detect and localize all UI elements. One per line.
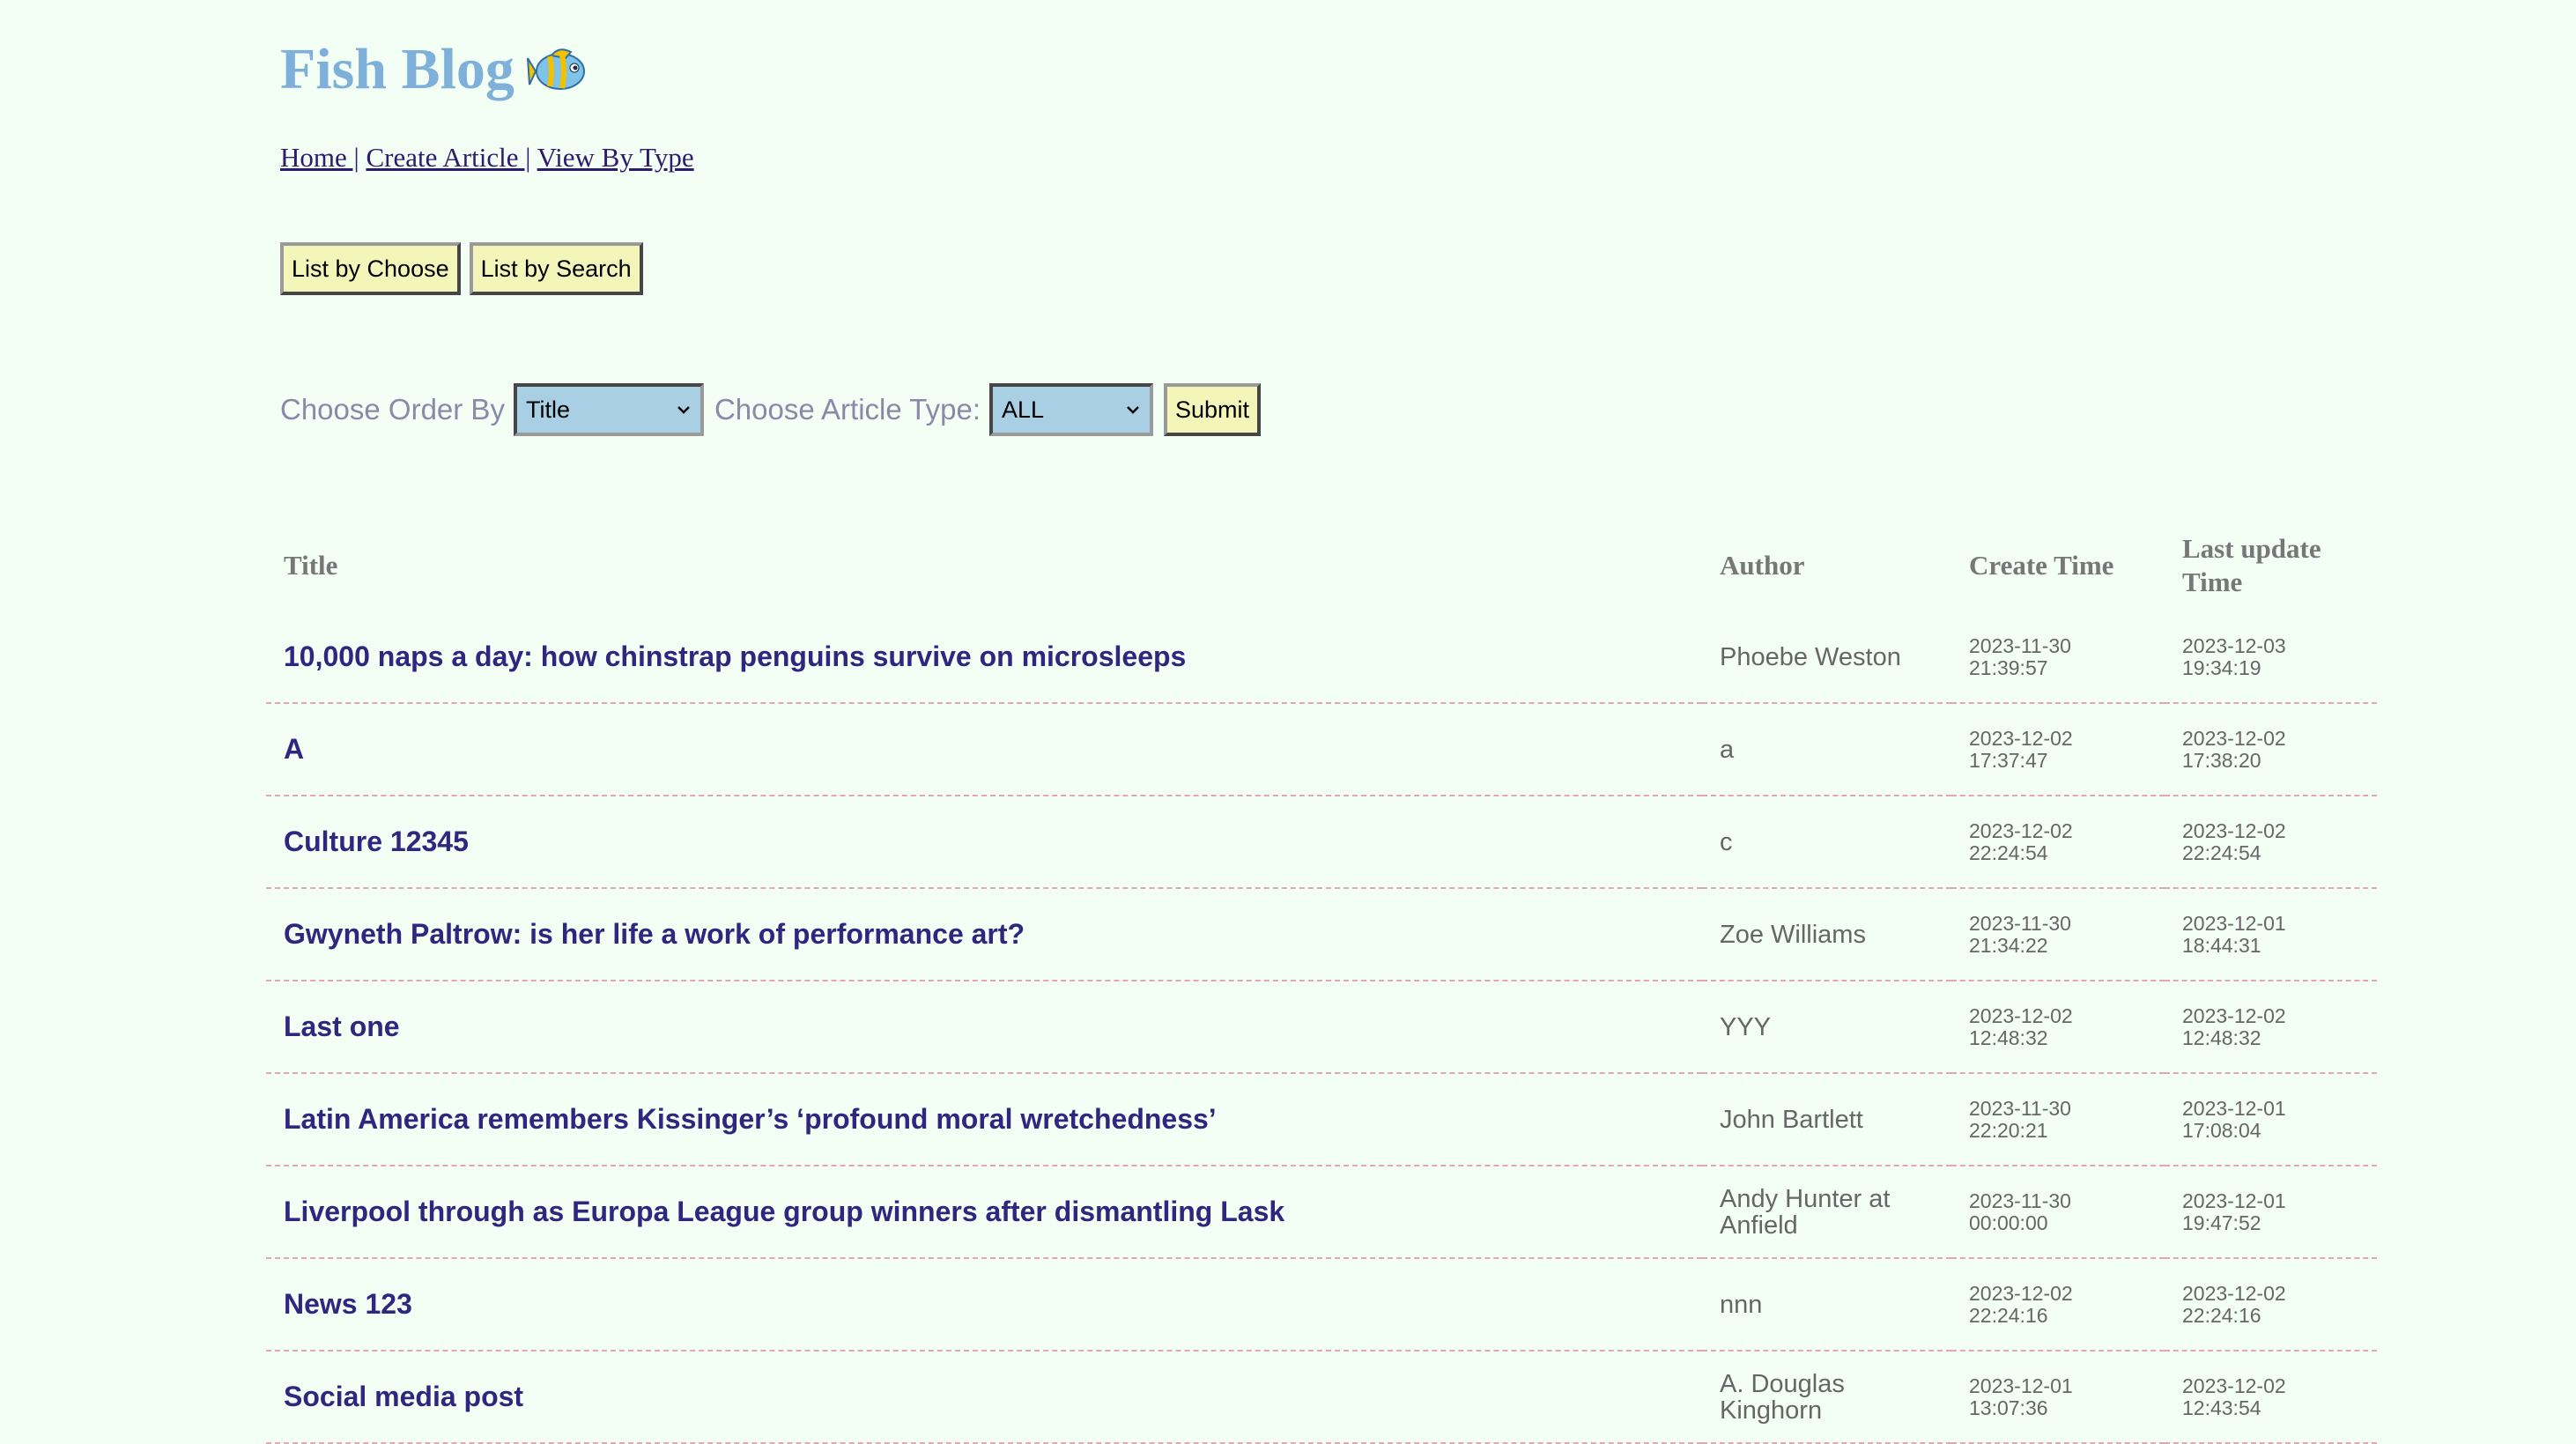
nav-home-link[interactable]: Home | [280, 142, 359, 173]
header-author: Author [1720, 550, 1805, 581]
article-title-link[interactable]: Liverpool through as Europa League group… [284, 1196, 1284, 1227]
update-clock: 12:48:32 [2182, 1026, 2261, 1049]
create-date: 2023-12-02 [1969, 1003, 2073, 1027]
fish-icon [526, 41, 588, 95]
nav-create-article-link[interactable]: Create Article | [366, 142, 530, 173]
table-row: A a 2023-12-02 17:37:47 2023-12-02 17:38:2… [266, 703, 2377, 796]
create-clock: 22:24:54 [1969, 840, 2048, 864]
update-clock: 17:38:20 [2182, 748, 2261, 772]
create-date: 2023-12-02 [1969, 818, 2073, 842]
article-author-cont: Anfield [1720, 1211, 1798, 1240]
list-by-choose-button[interactable]: List by Choose [280, 242, 461, 295]
header-last-update-line1: Last update [2182, 533, 2321, 564]
header-last-update-time: Last update Time [2165, 520, 2377, 611]
article-author: nnn [1720, 1290, 1763, 1319]
article-author-cont: Kinghorn [1720, 1396, 1823, 1425]
article-title-link[interactable]: Gwyneth Paltrow: is her life a work of p… [284, 918, 1025, 950]
create-date: 2023-11-30 [1969, 1189, 2071, 1212]
create-date: 2023-12-02 [1969, 1281, 2073, 1305]
article-author: Andy Hunter at [1720, 1184, 1891, 1213]
update-clock: 17:08:04 [2182, 1118, 2261, 1142]
update-date: 2023-12-02 [2182, 726, 2286, 750]
article-type-value: ALL [1002, 396, 1045, 423]
article-title-link[interactable]: Latin America remembers Kissinger’s ‘pro… [284, 1103, 1217, 1135]
table-row: Liverpool through as Europa League group… [266, 1166, 2377, 1259]
article-author: Phoebe Weston [1720, 642, 1901, 671]
create-clock: 13:07:36 [1969, 1396, 2048, 1419]
update-date: 2023-12-02 [2182, 1374, 2286, 1397]
articles-table-wrapper: Title Author Create Time Last update Time… [266, 520, 2377, 1444]
table-row: News 123 nnn 2023-12-02 22:24:16 2023-12-… [266, 1258, 2377, 1351]
article-title-link[interactable]: 10,000 naps a day: how chinstrap penguin… [284, 641, 1186, 672]
nav-view-by-type-link[interactable]: View By Type [537, 142, 694, 173]
table-row: Social media post A. Douglas Kinghorn 202… [266, 1351, 2377, 1444]
article-author: Zoe Williams [1720, 920, 1866, 949]
order-by-value: Title [525, 396, 570, 423]
create-clock: 12:48:32 [1969, 1026, 2048, 1049]
header-title: Title [284, 550, 338, 581]
header-create-time: Create Time [1969, 550, 2114, 581]
table-row: Gwyneth Paltrow: is her life a work of p… [266, 888, 2377, 981]
create-clock: 21:34:22 [1969, 933, 2048, 957]
update-date: 2023-12-02 [2182, 1281, 2286, 1305]
create-date: 2023-12-02 [1969, 726, 2073, 750]
create-clock: 00:00:00 [1969, 1211, 2048, 1234]
update-date: 2023-12-03 [2182, 633, 2286, 657]
article-title-link[interactable]: Culture 12345 [284, 826, 469, 857]
chevron-down-icon [677, 406, 690, 414]
article-title-link[interactable]: Last one [284, 1011, 400, 1042]
article-title-link[interactable]: Social media post [284, 1381, 523, 1412]
update-clock: 19:47:52 [2182, 1211, 2261, 1234]
article-type-select[interactable]: ALL [989, 383, 1154, 436]
articles-table: Title Author Create Time Last update Time… [266, 520, 2377, 1444]
article-title-link[interactable]: News 123 [284, 1288, 412, 1320]
article-author: A. Douglas [1720, 1369, 1845, 1398]
table-row: Latin America remembers Kissinger’s ‘pro… [266, 1073, 2377, 1166]
update-clock: 18:44:31 [2182, 933, 2261, 957]
article-title-link[interactable]: A [284, 733, 304, 765]
site-title: Fish Blog [280, 37, 514, 101]
chevron-down-icon [1127, 406, 1139, 414]
filter-form: Choose Order By Title Choose Article Typ… [280, 383, 1262, 436]
submit-button[interactable]: Submit [1164, 383, 1262, 436]
table-row: Culture 12345 c 2023-12-02 22:24:54 2023-… [266, 796, 2377, 889]
update-clock: 22:24:16 [2182, 1303, 2261, 1327]
update-clock: 19:34:19 [2182, 655, 2261, 679]
order-by-select[interactable]: Title [513, 383, 704, 436]
create-clock: 22:20:21 [1969, 1118, 2048, 1142]
create-clock: 21:39:57 [1969, 655, 2048, 679]
create-date: 2023-12-01 [1969, 1374, 2073, 1397]
update-date: 2023-12-01 [2182, 911, 2286, 935]
order-by-label: Choose Order By [280, 393, 505, 426]
update-clock: 12:43:54 [2182, 1396, 2261, 1419]
update-date: 2023-12-01 [2182, 1189, 2286, 1212]
main-nav: Home | Create Article | View By Type [280, 139, 694, 176]
list-mode-buttons: List by Choose List by Search [280, 242, 643, 295]
article-author: YYY [1720, 1012, 1772, 1041]
article-type-label: Choose Article Type: [714, 393, 981, 426]
update-date: 2023-12-02 [2182, 818, 2286, 842]
update-clock: 22:24:54 [2182, 840, 2261, 864]
create-clock: 17:37:47 [1969, 748, 2048, 772]
table-row: 10,000 naps a day: how chinstrap penguin… [266, 611, 2377, 704]
create-date: 2023-11-30 [1969, 1096, 2071, 1120]
create-date: 2023-11-30 [1969, 911, 2071, 935]
table-row: Last one YYY 2023-12-02 12:48:32 2023-12-… [266, 981, 2377, 1074]
article-author: John Bartlett [1720, 1105, 1863, 1134]
update-date: 2023-12-02 [2182, 1003, 2286, 1027]
update-date: 2023-12-01 [2182, 1096, 2286, 1120]
create-date: 2023-11-30 [1969, 633, 2071, 657]
list-by-search-button[interactable]: List by Search [469, 242, 643, 295]
site-header: Fish Blog [280, 30, 588, 109]
header-last-update-line2: Time [2182, 566, 2243, 597]
article-author: a [1720, 735, 1735, 764]
article-author: c [1720, 827, 1733, 856]
create-clock: 22:24:16 [1969, 1303, 2048, 1327]
table-header-row: Title Author Create Time Last update Time [266, 520, 2377, 611]
